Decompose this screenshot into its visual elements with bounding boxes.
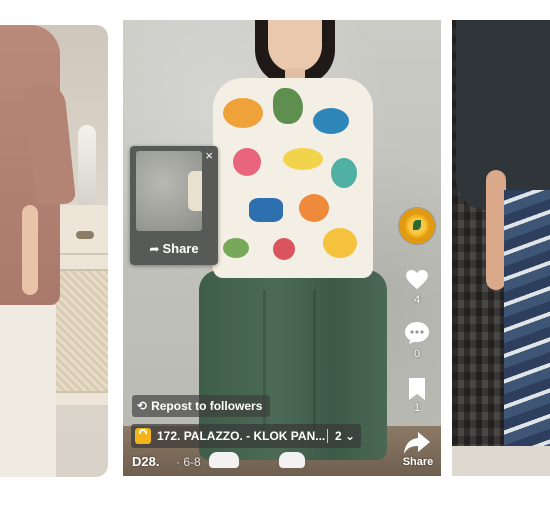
like-count: 4: [413, 294, 421, 306]
model-printed-blouse: [213, 78, 373, 278]
popup-share-label: Share: [162, 241, 199, 256]
repost-button[interactable]: ⟲ Repost to followers: [132, 395, 270, 417]
bookmark-icon[interactable]: [409, 378, 425, 400]
model-skirt: [504, 190, 550, 460]
share-popup: × ➦ Share: [130, 146, 218, 265]
right-video-card[interactable]: [452, 20, 550, 476]
repost-label: Repost to followers: [151, 399, 263, 413]
lamp: [78, 125, 96, 205]
left-video-card[interactable]: [0, 25, 108, 477]
comment-count: 0: [413, 348, 421, 360]
bookmark-count: 1: [413, 402, 421, 414]
share-label[interactable]: Share: [398, 456, 438, 468]
creator-name[interactable]: D28.: [132, 454, 159, 469]
product-count[interactable]: 2 ⌄: [335, 424, 355, 448]
chevron-down-icon: ⌄: [345, 429, 356, 443]
repost-icon: ⟲: [137, 399, 148, 413]
popup-thumbnail: [136, 151, 202, 231]
close-icon[interactable]: ×: [205, 149, 213, 163]
product-title: 172. PALAZZO. - KLOK PAN...: [157, 429, 326, 443]
post-date: · 6-8: [176, 455, 201, 469]
product-bar[interactable]: 172. PALAZZO. - KLOK PAN... 2 ⌄: [131, 424, 361, 448]
creator-avatar[interactable]: [399, 208, 435, 244]
model-skirt: [0, 305, 56, 477]
share-icon[interactable]: [404, 432, 430, 454]
popup-share-button[interactable]: ➦ Share: [130, 241, 218, 256]
comment-icon[interactable]: [405, 322, 429, 344]
heart-icon[interactable]: [406, 270, 428, 290]
share-arrow-icon: ➦: [149, 242, 160, 256]
shopping-bag-icon: [135, 428, 151, 444]
model-face: [268, 20, 322, 72]
